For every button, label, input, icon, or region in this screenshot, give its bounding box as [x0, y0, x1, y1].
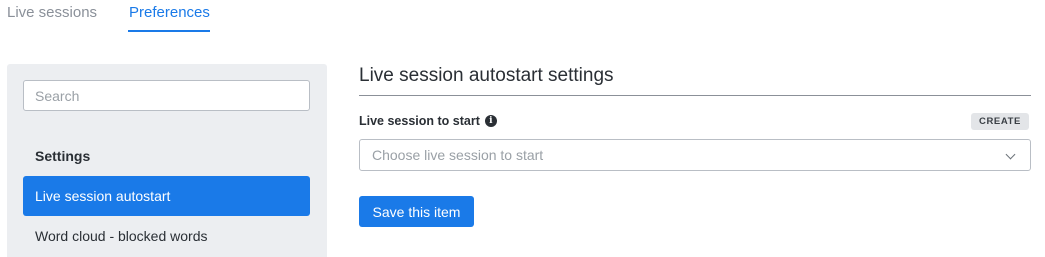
live-session-select[interactable]: Choose live session to start — [359, 139, 1031, 171]
save-button[interactable]: Save this item — [359, 196, 474, 227]
info-icon[interactable]: i — [484, 115, 497, 127]
field-label: Live session to start i — [359, 114, 497, 128]
top-tabs: Live sessions Preferences — [0, 0, 1045, 34]
title-divider — [359, 95, 1031, 96]
search-input[interactable] — [23, 80, 310, 111]
page-title: Live session autostart settings — [359, 65, 614, 86]
tab-preferences[interactable]: Preferences — [129, 4, 210, 21]
sidebar-item-live-session-autostart[interactable]: Live session autostart — [23, 176, 310, 216]
sidebar: Settings Live session autostart Word clo… — [7, 64, 327, 257]
create-button[interactable]: CREATE — [971, 113, 1029, 130]
select-placeholder: Choose live session to start — [372, 147, 544, 163]
sidebar-heading: Settings — [35, 148, 91, 164]
active-tab-indicator — [128, 30, 210, 32]
field-label-text: Live session to start — [359, 114, 480, 128]
sidebar-item-word-cloud-blocked-words[interactable]: Word cloud - blocked words — [23, 216, 310, 256]
chevron-down-icon — [1005, 149, 1016, 160]
tab-live-sessions[interactable]: Live sessions — [7, 4, 97, 21]
